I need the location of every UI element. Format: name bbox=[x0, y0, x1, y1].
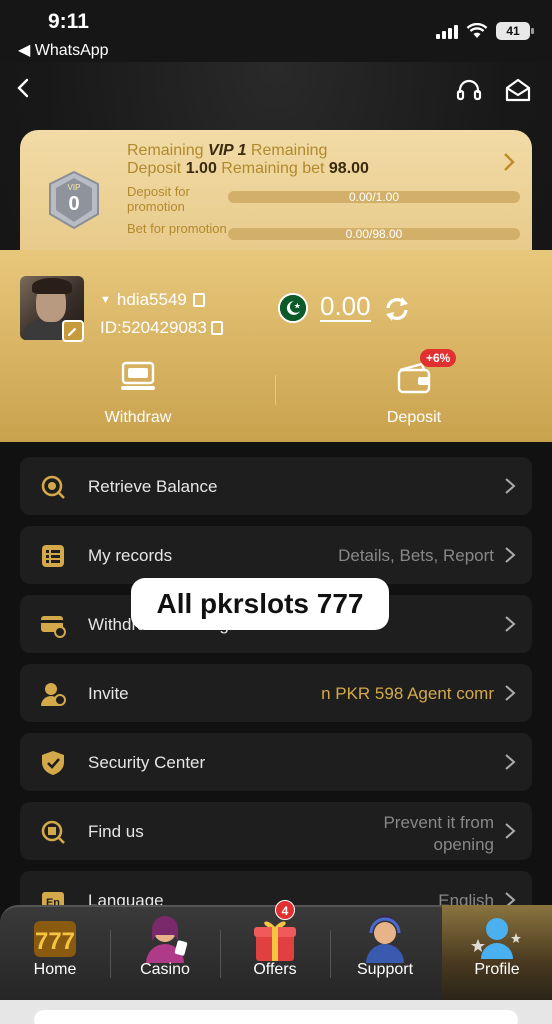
shield-icon bbox=[42, 751, 64, 775]
vip-requirement-line: Deposit 1.00 Remaining bet 98.00 bbox=[127, 160, 369, 177]
user-id: ID:520429083 bbox=[100, 318, 223, 338]
nav-offers[interactable]: Offers bbox=[220, 905, 330, 1000]
deposit-bonus-badge: +6% bbox=[420, 349, 457, 367]
vip-next-level: VIP 1 bbox=[207, 142, 247, 159]
records-subtitle: Details, Bets, Report bbox=[338, 546, 494, 565]
action-divider bbox=[275, 375, 276, 405]
find-us-note: Prevent it from opening bbox=[383, 813, 494, 854]
profile-icon bbox=[471, 918, 521, 959]
wifi-icon bbox=[466, 23, 488, 38]
bet-promotion-label: Bet for promotion bbox=[127, 221, 227, 236]
casino-dealer-icon bbox=[146, 916, 188, 963]
invite-user-icon bbox=[41, 683, 66, 706]
vip-remaining-line: Remaining VIP 1 Remaining bbox=[127, 142, 328, 159]
deposit-promotion-label: Deposit for promotion bbox=[127, 184, 190, 214]
nav-profile[interactable]: Profile bbox=[442, 905, 552, 1000]
search-document-icon bbox=[41, 820, 65, 844]
menu-my-records[interactable]: My records Details, Bets, Report bbox=[20, 526, 532, 584]
back-to-app-link[interactable]: ◀ WhatsApp bbox=[18, 40, 109, 60]
status-bar: 9:11 ◀ WhatsApp 41 bbox=[0, 0, 552, 62]
svg-text:777: 777 bbox=[35, 928, 75, 955]
mail-icon[interactable] bbox=[504, 76, 532, 104]
svg-text:0: 0 bbox=[68, 193, 79, 215]
chevron-right-icon[interactable] bbox=[502, 152, 516, 172]
chevron-right-icon bbox=[505, 823, 516, 839]
copy-icon[interactable] bbox=[192, 293, 205, 307]
nav-home[interactable]: 777 Home bbox=[0, 905, 110, 1000]
chevron-right-icon bbox=[505, 547, 516, 563]
status-icons: 41 bbox=[436, 22, 534, 40]
menu-retrieve-balance[interactable]: Retrieve Balance bbox=[20, 457, 532, 515]
pakistan-flag-icon bbox=[278, 293, 308, 323]
vip-card[interactable]: VIP 0 Remaining VIP 1 Remaining Deposit … bbox=[20, 130, 532, 264]
nav-casino[interactable]: Casino bbox=[110, 905, 220, 1000]
address-bar[interactable] bbox=[34, 1010, 518, 1024]
browser-bottom-bar bbox=[0, 1000, 552, 1024]
slot-777-icon: 777 bbox=[34, 921, 76, 957]
deposit-label: Deposit bbox=[386, 409, 442, 426]
chevron-right-icon bbox=[505, 685, 516, 701]
signal-icon bbox=[436, 23, 458, 39]
headset-icon[interactable] bbox=[455, 76, 483, 104]
retrieve-balance-icon bbox=[41, 475, 65, 499]
chevron-right-icon bbox=[505, 478, 516, 494]
records-icon bbox=[42, 545, 64, 567]
withdraw-icon bbox=[121, 361, 155, 390]
gift-box-icon bbox=[254, 921, 296, 961]
deposit-progress-bar: 0.00/1.00 bbox=[228, 191, 520, 203]
status-time: 9:11 bbox=[48, 10, 89, 33]
deposit-button[interactable]: Deposit bbox=[344, 360, 484, 427]
username: ▼ hdia5549 bbox=[100, 290, 205, 310]
vip-badge-icon: VIP 0 bbox=[49, 170, 99, 230]
edit-avatar-icon[interactable] bbox=[62, 320, 84, 342]
back-arrow-icon[interactable] bbox=[12, 76, 36, 100]
card-settings-icon bbox=[41, 616, 66, 638]
withdraw-button[interactable]: Withdraw bbox=[68, 360, 208, 427]
battery-icon: 41 bbox=[496, 22, 534, 40]
menu-invite[interactable]: Invite n PKR 598 Agent comr bbox=[20, 664, 532, 722]
menu-find-us[interactable]: Find us Prevent it from opening bbox=[20, 802, 532, 860]
refresh-icon[interactable] bbox=[382, 294, 412, 324]
svg-text:VIP: VIP bbox=[68, 183, 81, 192]
chevron-right-icon bbox=[505, 754, 516, 770]
overlay-caption: All pkrslots 777 bbox=[131, 578, 389, 630]
bet-progress-bar: 0.00/98.00 bbox=[228, 228, 520, 240]
balance-value: 0.00 bbox=[320, 291, 371, 322]
offers-count-badge: 4 bbox=[275, 900, 295, 920]
copy-id-icon[interactable] bbox=[210, 321, 223, 335]
invite-marquee: n PKR 598 Agent comr bbox=[321, 684, 494, 703]
nav-support[interactable]: Support bbox=[330, 905, 440, 1000]
menu-security-center[interactable]: Security Center bbox=[20, 733, 532, 791]
chevron-right-icon bbox=[505, 616, 516, 632]
support-agent-icon bbox=[366, 915, 404, 963]
withdraw-label: Withdraw bbox=[104, 409, 172, 426]
